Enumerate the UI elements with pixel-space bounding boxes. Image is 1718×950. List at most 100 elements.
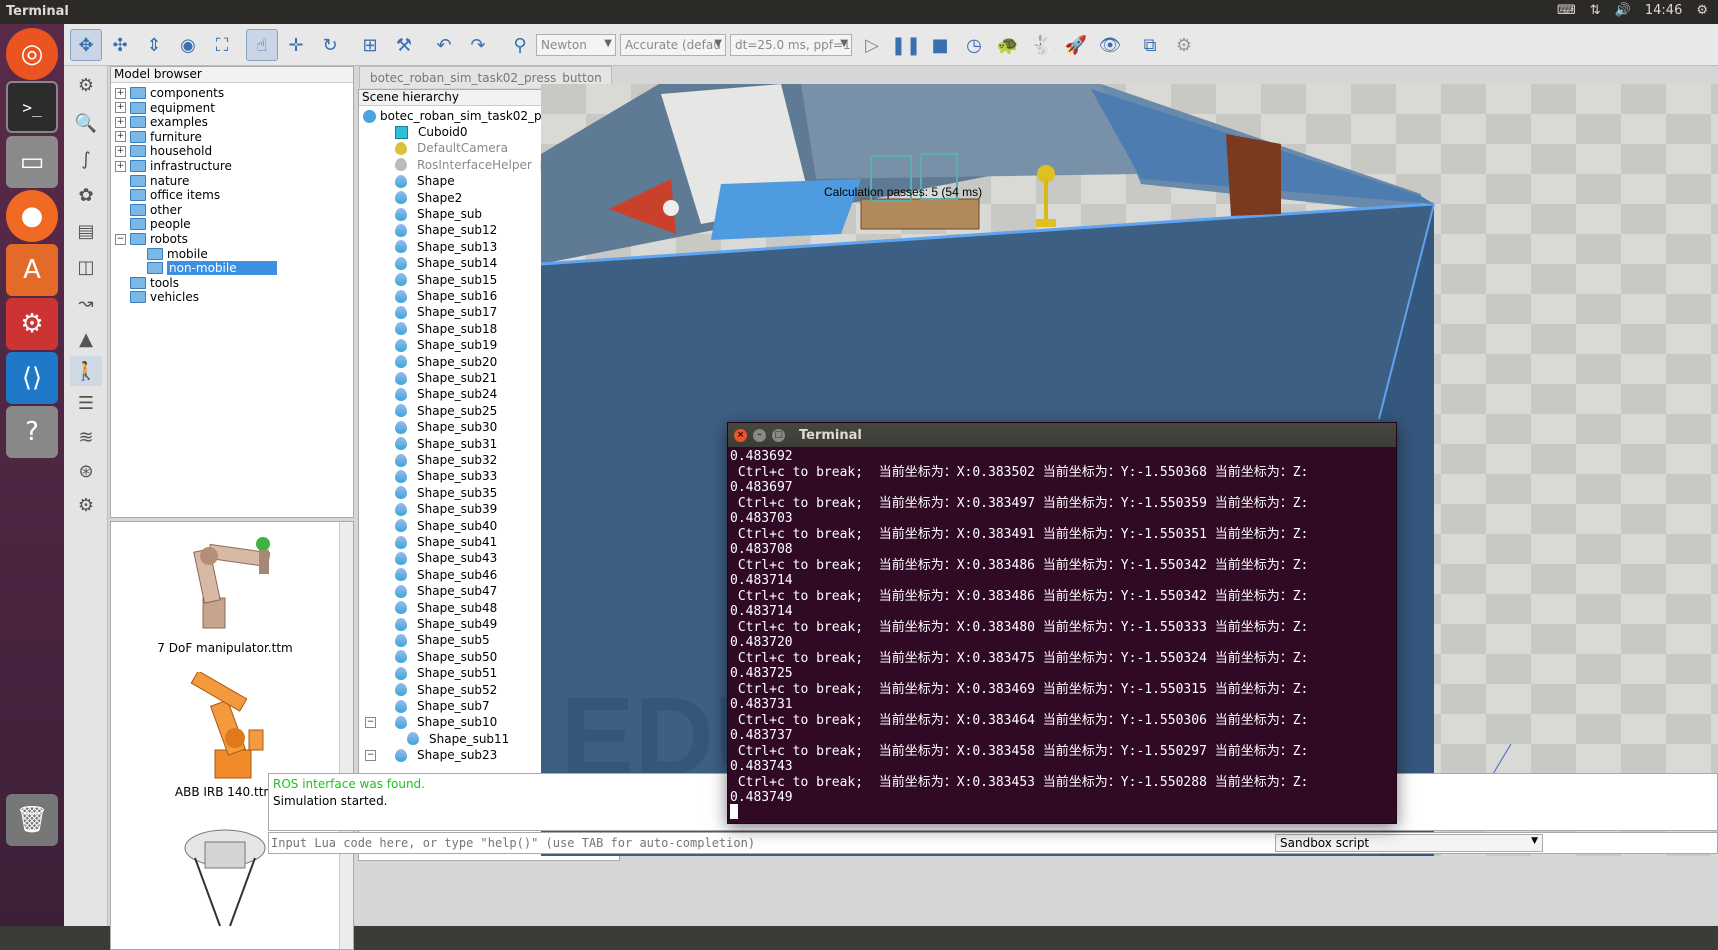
model-browser-item[interactable]: office items (115, 187, 220, 203)
collapse-icon[interactable]: − (115, 233, 126, 245)
transfer-dna-icon[interactable]: ⚒ (388, 29, 420, 61)
model-browser-item[interactable]: tools (115, 275, 179, 291)
scene-object[interactable]: Shape_sub25 (395, 403, 497, 419)
selection-icon[interactable]: ▲ (70, 324, 102, 354)
scene-object[interactable]: Shape (395, 173, 455, 189)
expand-icon[interactable]: + (115, 87, 126, 99)
realtime-icon[interactable]: ◷ (958, 29, 990, 61)
scene-object[interactable]: Shape_sub39 (395, 501, 497, 517)
scene-selector-icon[interactable]: ⧉ (1134, 29, 1166, 61)
scene-object[interactable]: RosInterfaceHelper▤ (395, 157, 551, 173)
firefox-launcher-icon[interactable]: ● (6, 190, 58, 242)
user-settings-icon[interactable]: ⚙ (70, 490, 102, 520)
scene-object[interactable]: Shape_sub20 (395, 354, 497, 370)
scene-object[interactable]: Shape_sub15 (395, 272, 497, 288)
scripts-icon[interactable]: ▤ (70, 216, 102, 246)
pause-simulation-icon[interactable]: ❚❚ (890, 29, 922, 61)
trash-launcher-icon[interactable]: 🗑 (6, 794, 58, 846)
terminal-output[interactable]: 0.483692 Ctrl+c to break; 当前坐标为：X:0.3835… (728, 447, 1396, 808)
lua-command-input[interactable] (271, 834, 1271, 852)
model-browser-item[interactable]: + infrastructure (115, 158, 232, 174)
scene-object[interactable]: Shape_sub21 (395, 370, 497, 386)
thumbnails-scrollbar[interactable] (339, 522, 353, 949)
slow-down-icon[interactable]: 🐢 (992, 29, 1024, 61)
timestep-select[interactable]: dt=25.0 ms, ppf=1 ▼ (730, 34, 852, 56)
expand-icon[interactable]: + (115, 145, 126, 157)
scene-object[interactable]: Shape_sub7 (395, 698, 490, 714)
shape-edit-icon[interactable]: ◫ (70, 252, 102, 282)
keyboard-icon[interactable]: ⌨ (1557, 3, 1576, 18)
model-browser-item[interactable]: + household (115, 143, 212, 159)
dynamics-icon[interactable]: ⚲ (504, 29, 536, 61)
camera-rotate-icon[interactable]: ✣ (104, 29, 136, 61)
fit-to-view-icon[interactable]: ⛶ (206, 29, 238, 61)
terminal-launcher-icon[interactable]: >_ (6, 81, 58, 133)
start-simulation-icon[interactable]: ▷ (856, 29, 888, 61)
page-selector-icon[interactable]: ⚙ (1168, 29, 1200, 61)
scene-object[interactable]: Shape_sub52 (395, 682, 497, 698)
software-center-launcher-icon[interactable]: A (6, 244, 58, 296)
simulation-settings-icon[interactable]: ⚙ (70, 70, 102, 100)
scene-object[interactable]: Shape2 (395, 190, 462, 206)
model-browser-item[interactable]: other (115, 202, 182, 218)
scene-object[interactable]: Shape_sub (395, 206, 482, 222)
collapse-icon[interactable]: − (365, 749, 376, 761)
scene-object[interactable]: − Shape_sub10 (365, 714, 497, 730)
scene-object[interactable]: Shape_sub35 (395, 485, 497, 501)
clock[interactable]: 14:46 (1645, 3, 1682, 18)
path-edit-icon[interactable]: ↝ (70, 288, 102, 318)
scene-object[interactable]: Shape_sub24 (395, 386, 497, 402)
model-browser-item[interactable]: vehicles (115, 289, 199, 305)
physics-engine-select[interactable]: Newton ▼ (536, 34, 616, 56)
model-browser-item[interactable]: nature (115, 173, 189, 189)
redo-icon[interactable]: ↷ (462, 29, 494, 61)
scene-object[interactable]: Shape_sub43 (395, 550, 497, 566)
power-icon[interactable]: ⚙ (1696, 3, 1708, 18)
scene-object[interactable]: Shape_sub40 (395, 518, 497, 534)
scene-object[interactable]: − Shape_sub23 (365, 747, 497, 763)
scene-hierarchy-toggle-icon[interactable]: ☰ (70, 388, 102, 418)
expand-icon[interactable]: + (115, 131, 126, 143)
model-browser-item[interactable]: non-mobile (147, 260, 277, 276)
scene-object[interactable]: Shape_sub31 (395, 436, 497, 452)
layers-icon[interactable]: ≋ (70, 422, 102, 452)
expand-icon[interactable]: + (115, 116, 126, 128)
model-browser-item[interactable]: + equipment (115, 100, 215, 116)
accuracy-select[interactable]: Accurate (defau ▼ (620, 34, 726, 56)
model-browser-item[interactable]: + furniture (115, 129, 202, 145)
calculation-modules-icon[interactable]: ∫ (70, 144, 102, 174)
scene-object[interactable]: Shape_sub17 (395, 304, 497, 320)
volume-icon[interactable]: 🔊 (1615, 3, 1631, 18)
speed-up-icon[interactable]: 🐇 (1026, 29, 1058, 61)
model-browser-item[interactable]: mobile (147, 246, 208, 262)
scene-object[interactable]: Shape_sub11 (407, 731, 509, 747)
thumbnail-7dof-manipulator[interactable]: 7 DoF manipulator.ttm (111, 528, 339, 655)
scene-object[interactable]: Shape_sub33 (395, 468, 497, 484)
scene-object[interactable]: Shape_sub5 (395, 632, 490, 648)
thread-rendering-icon[interactable]: 🚀 (1060, 29, 1092, 61)
help-launcher-icon[interactable]: ? (6, 406, 58, 458)
scene-object[interactable]: Shape_sub41 (395, 534, 497, 550)
scene-object[interactable]: Shape_sub48 (395, 600, 497, 616)
scene-object[interactable]: Shape_sub12 (395, 222, 497, 238)
video-recorder-icon[interactable]: ⊛ (70, 456, 102, 486)
settings-launcher-icon[interactable]: ⚙ (6, 298, 58, 350)
assemble-icon[interactable]: ⊞ (354, 29, 386, 61)
model-browser-toggle-icon[interactable]: 🚶 (70, 356, 102, 386)
model-browser-item[interactable]: − robots (115, 231, 188, 247)
files-launcher-icon[interactable]: ▭ (6, 136, 58, 188)
camera-pan-icon[interactable]: ✥ (70, 29, 102, 61)
camera-angle-icon[interactable]: ◉ (172, 29, 204, 61)
expand-icon[interactable]: + (115, 160, 126, 172)
scene-object[interactable]: Shape_sub32 (395, 452, 497, 468)
expand-icon[interactable]: + (115, 102, 126, 114)
collections-icon[interactable]: ✿ (70, 180, 102, 210)
scene-object[interactable]: Shape_sub16 (395, 288, 497, 304)
ubuntu-logo-icon[interactable]: ◎ (6, 28, 58, 80)
undo-icon[interactable]: ↶ (428, 29, 460, 61)
vscode-launcher-icon[interactable]: ⟨⟩ (6, 352, 58, 404)
object-rotate-icon[interactable]: ↻ (314, 29, 346, 61)
visualization-toggle-icon[interactable]: 👁 (1094, 29, 1126, 61)
scene-object[interactable]: Shape_sub47 (395, 583, 497, 599)
scene-object[interactable]: Cuboid0 (395, 124, 468, 140)
